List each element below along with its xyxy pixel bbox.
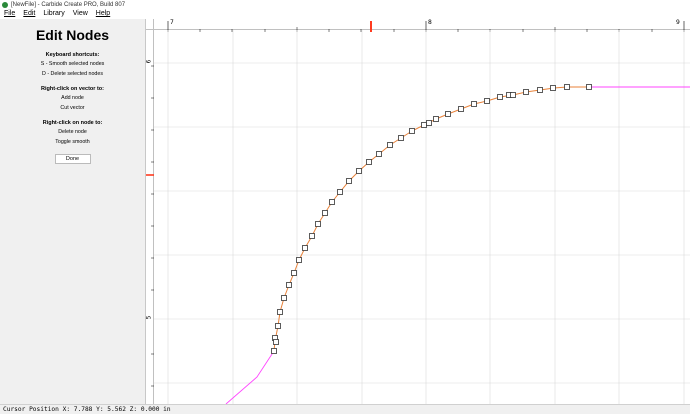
- node[interactable]: [409, 128, 415, 134]
- grid: [154, 30, 690, 404]
- vruler-label-5: 5: [145, 315, 153, 320]
- node[interactable]: [309, 233, 315, 239]
- title-bar: [NewFile] - Carbide Create PRO, Build 80…: [0, 0, 690, 9]
- menu-library[interactable]: Library: [39, 9, 68, 19]
- hruler-label-7: 7: [170, 19, 174, 26]
- node[interactable]: [484, 98, 490, 104]
- vruler-label-6: 6: [145, 59, 153, 64]
- shortcut-delete: D - Delete selected nodes: [42, 71, 103, 77]
- hruler-label-8: 8: [428, 19, 432, 26]
- node[interactable]: [471, 101, 477, 107]
- node[interactable]: [315, 221, 321, 227]
- menu-help-label: Help: [95, 10, 111, 17]
- panel-title: Edit Nodes: [35, 27, 110, 43]
- menu-library-label: Library: [43, 10, 65, 17]
- node[interactable]: [296, 257, 302, 263]
- app-logo-icon: [2, 1, 8, 8]
- node[interactable]: [273, 339, 279, 345]
- node[interactable]: [537, 87, 543, 93]
- menu-file[interactable]: File: [0, 9, 19, 19]
- vector-nodes[interactable]: [271, 84, 592, 354]
- node[interactable]: [322, 210, 328, 216]
- window-title: [NewFile] - Carbide Create PRO, Build 80…: [11, 1, 126, 8]
- hint-add-node: Add node: [61, 95, 84, 101]
- node[interactable]: [458, 106, 464, 112]
- node[interactable]: [275, 323, 281, 329]
- node[interactable]: [346, 178, 352, 184]
- vector-rightclick-heading: Right-click on vector to:: [41, 86, 104, 92]
- node-rightclick-heading: Right-click on node to:: [42, 120, 103, 126]
- vertical-ruler-ticks: [146, 65, 154, 387]
- node[interactable]: [510, 92, 516, 98]
- node[interactable]: [356, 168, 362, 174]
- menu-file-label: File: [4, 10, 16, 17]
- status-bar: Cursor Position X: 7.788 Y: 5.562 Z: 0.0…: [0, 404, 690, 414]
- node[interactable]: [277, 309, 283, 315]
- hint-delete-node: Delete node: [58, 129, 87, 135]
- node[interactable]: [329, 199, 335, 205]
- node[interactable]: [366, 159, 372, 165]
- node[interactable]: [421, 122, 427, 128]
- node[interactable]: [337, 189, 343, 195]
- shortcut-smooth: S - Smooth selected nodes: [40, 61, 105, 67]
- menu-edit[interactable]: Edit: [19, 9, 39, 19]
- hint-toggle-smooth: Toggle smooth: [55, 139, 90, 145]
- node[interactable]: [291, 270, 297, 276]
- hruler-label-9: 9: [676, 19, 680, 26]
- node[interactable]: [550, 85, 556, 91]
- node[interactable]: [398, 135, 404, 141]
- node[interactable]: [426, 120, 432, 126]
- keyboard-shortcuts-heading: Keyboard shortcuts:: [45, 52, 100, 58]
- horizontal-ruler: 7 8 9: [154, 19, 690, 32]
- node[interactable]: [564, 84, 570, 90]
- menu-view-label: View: [72, 10, 88, 17]
- menu-bar: File Edit Library View Help: [0, 9, 690, 19]
- node[interactable]: [302, 245, 308, 251]
- design-canvas-area[interactable]: 7 8 9 6 5: [145, 19, 690, 404]
- node[interactable]: [433, 116, 439, 122]
- cursor-position-readout: Cursor Position X: 7.788 Y: 5.562 Z: 0.0…: [3, 406, 171, 413]
- node[interactable]: [376, 151, 382, 157]
- ruler-corner: [146, 19, 154, 30]
- node[interactable]: [286, 282, 292, 288]
- drawing-canvas[interactable]: [154, 30, 690, 404]
- node[interactable]: [445, 111, 451, 117]
- edit-nodes-panel: Edit Nodes Keyboard shortcuts: S - Smoot…: [0, 19, 146, 404]
- menu-view[interactable]: View: [69, 9, 92, 19]
- node[interactable]: [523, 89, 529, 95]
- node[interactable]: [271, 348, 277, 354]
- vertical-ruler: 6 5: [145, 30, 154, 404]
- menu-help[interactable]: Help: [92, 9, 114, 19]
- done-button[interactable]: Done: [54, 154, 91, 164]
- node[interactable]: [586, 84, 592, 90]
- node[interactable]: [281, 295, 287, 301]
- node[interactable]: [497, 94, 503, 100]
- hint-cut-vector: Cut vector: [60, 105, 85, 111]
- node[interactable]: [387, 142, 393, 148]
- selected-vector-curve[interactable]: [273, 86, 589, 352]
- menu-edit-label: Edit: [23, 10, 36, 17]
